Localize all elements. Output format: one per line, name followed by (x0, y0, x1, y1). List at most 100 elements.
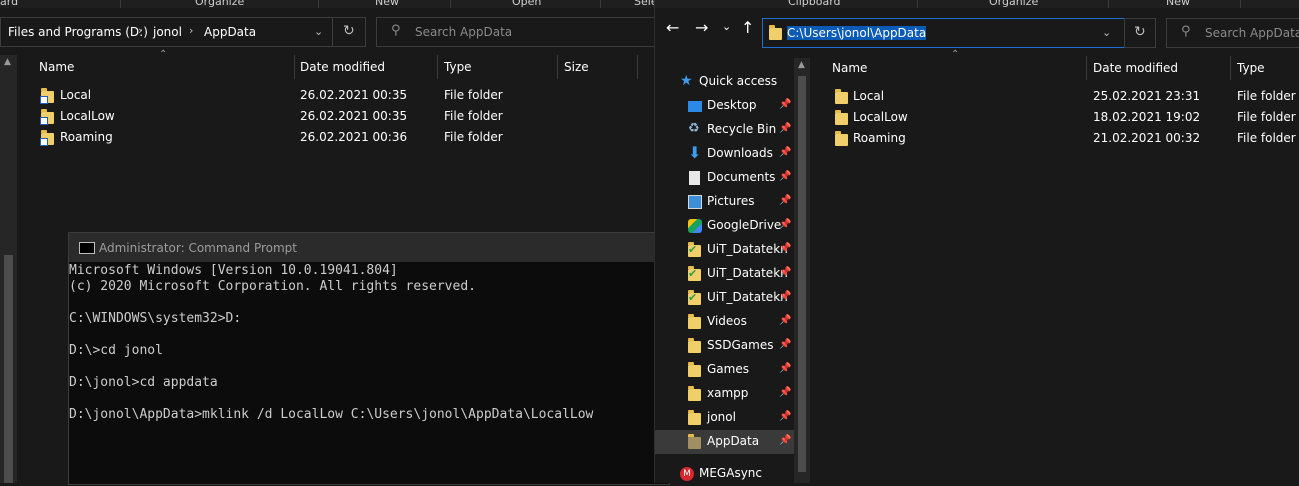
search-box[interactable]: ⚲ Search AppData (1166, 18, 1299, 48)
nav-item-xampp[interactable]: xampp 📌 (655, 382, 795, 406)
scroll-up-icon[interactable]: ▲ (4, 57, 11, 67)
nav-item-documents[interactable]: Documents 📌 (655, 166, 795, 190)
chevron-down-icon[interactable]: ⌄ (314, 25, 323, 38)
ribbon-new-label[interactable]: New (1166, 0, 1190, 8)
file-row[interactable]: Roaming 26.02.2021 00:36 File folder (0, 127, 654, 148)
pin-icon[interactable]: 📌 (779, 387, 791, 398)
file-type: File folder (1237, 110, 1296, 124)
cmd-output[interactable]: Microsoft Windows [Version 10.0.19041.80… (69, 263, 593, 423)
cmd-title: Administrator: Command Prompt (99, 241, 297, 255)
nav-item-videos[interactable]: Videos 📌 (655, 310, 795, 334)
command-prompt-window[interactable]: Administrator: Command Prompt Microsoft … (68, 232, 670, 485)
back-arrow-icon[interactable]: ← (666, 18, 679, 37)
ribbon-select-label[interactable]: Sele (634, 0, 654, 8)
nav-item-games[interactable]: Games 📌 (655, 358, 795, 382)
cmd-line (69, 359, 593, 375)
breadcrumb-drive[interactable]: Files and Programs (D:) (8, 25, 148, 39)
search-placeholder: Search AppData (1205, 26, 1299, 40)
cmd-line: D:\jonol\AppData>mklink /d LocalLow C:\U… (69, 407, 594, 422)
nav-item-ssdgames[interactable]: SSDGames 📌 (655, 334, 795, 358)
ribbon-new-label[interactable]: New (375, 0, 399, 8)
recent-locations-chevron-icon[interactable]: ⌄ (722, 20, 731, 33)
file-row[interactable]: Roaming 21.02.2021 00:32 File folder (655, 128, 1299, 149)
column-header-type[interactable]: Type (444, 60, 472, 74)
nav-item-uit-datatekn[interactable]: ✔ UiT_Datatekn 📌 (655, 286, 795, 310)
mega-icon: M (680, 467, 694, 481)
pin-icon[interactable]: 📌 (779, 339, 791, 350)
pin-icon[interactable]: 📌 (779, 171, 791, 182)
cmd-line: D:\>cd jonol (69, 343, 163, 358)
nav-item-label: Games (707, 362, 749, 376)
cmd-line: Microsoft Windows [Version 10.0.19041.80… (69, 263, 398, 278)
ribbon-organize-label[interactable]: Organize (989, 0, 1038, 8)
pin-icon[interactable]: 📌 (779, 435, 791, 446)
nav-item-uit-datatekn[interactable]: ✔ UiT_Datatekn 📌 (655, 238, 795, 262)
forward-arrow-icon[interactable]: → (695, 18, 708, 37)
column-header-type[interactable]: Type (1237, 61, 1265, 75)
scrollbar-thumb[interactable] (4, 255, 13, 483)
address-input[interactable]: C:\Users\jonol\AppData (787, 26, 927, 40)
file-row[interactable]: LocalLow 26.02.2021 00:35 File folder (0, 106, 654, 127)
nav-item-label: SSDGames (707, 338, 774, 352)
column-header-date-modified[interactable]: Date modified (300, 60, 385, 74)
folder-shortcut-icon (40, 88, 54, 104)
pin-icon[interactable]: 📌 (779, 291, 791, 302)
search-placeholder: Search AppData (415, 25, 513, 39)
sort-indicator-icon: ⌃ (951, 49, 960, 60)
pin-icon[interactable]: 📌 (779, 219, 791, 230)
file-name: LocalLow (853, 110, 908, 124)
refresh-button[interactable]: ↻ (1124, 18, 1156, 48)
nav-item-megasync[interactable]: M MEGAsync (655, 462, 795, 486)
pin-icon[interactable]: 📌 (779, 195, 791, 206)
column-header-date-modified[interactable]: Date modified (1093, 61, 1178, 75)
nav-item-appdata[interactable]: AppData 📌 (655, 430, 795, 454)
nav-item-label: UiT_Datatekn (707, 266, 788, 280)
scroll-up-icon[interactable]: ▲ (798, 60, 805, 70)
cmd-line: C:\WINDOWS\system32>D: (69, 311, 242, 326)
nav-item-uit-datatekn[interactable]: ✔ UiT_Datatekn 📌 (655, 262, 795, 286)
column-header-name[interactable]: Name (39, 60, 74, 74)
cmd-line (69, 295, 593, 311)
ribbon-organize-label[interactable]: Organize (195, 0, 244, 8)
up-arrow-icon[interactable]: ↑ (741, 18, 754, 37)
nav-item-googledrive[interactable]: GoogleDrive 📌 (655, 214, 795, 238)
nav-item-label: AppData (707, 434, 760, 448)
address-bar[interactable]: C:\Users\jonol\AppData ⌄ (762, 18, 1126, 48)
pin-icon[interactable]: 📌 (779, 411, 791, 422)
address-bar[interactable]: Files and Programs (D:) › jonol › AppDat… (0, 17, 366, 47)
folder-icon (835, 110, 848, 125)
folder-icon (688, 338, 701, 353)
file-type: File folder (444, 88, 503, 102)
ribbon-clipboard-label[interactable]: ard (0, 0, 18, 8)
nav-item-jonol[interactable]: jonol 📌 (655, 406, 795, 430)
ribbon-open-label[interactable]: Open (512, 0, 541, 8)
file-name: LocalLow (60, 109, 115, 123)
document-icon (689, 171, 700, 185)
sort-indicator-icon: ⌃ (159, 49, 168, 60)
folder-icon (835, 131, 848, 146)
nav-item-label: MEGAsync (699, 466, 762, 480)
pin-icon[interactable]: 📌 (779, 363, 791, 374)
cmd-title-bar[interactable]: Administrator: Command Prompt (69, 233, 669, 262)
pin-icon[interactable]: 📌 (779, 315, 791, 326)
pin-icon[interactable]: 📌 (779, 267, 791, 278)
file-row[interactable]: Local 25.02.2021 23:31 File folder (655, 86, 1299, 107)
refresh-icon[interactable]: ↻ (343, 23, 355, 39)
search-icon: ⚲ (1181, 24, 1191, 39)
right-explorer-window: Clipboard Organize New ← → ⌄ ↑ C:\Users\… (654, 0, 1299, 483)
nav-item-label: jonol (707, 410, 736, 424)
nav-item-pictures[interactable]: Pictures 📌 (655, 190, 795, 214)
file-row[interactable]: LocalLow 18.02.2021 19:02 File folder (655, 107, 1299, 128)
breadcrumb-jonol[interactable]: jonol (153, 25, 182, 39)
column-header-name[interactable]: Name (832, 61, 867, 75)
cmd-line: (c) 2020 Microsoft Corporation. All righ… (69, 279, 476, 294)
search-box[interactable]: ⚲ Search AppData (376, 17, 656, 47)
column-header-size[interactable]: Size (564, 60, 589, 74)
pin-icon[interactable]: 📌 (779, 243, 791, 254)
ribbon-clipboard-label[interactable]: Clipboard (788, 0, 841, 8)
chevron-down-icon[interactable]: ⌄ (1102, 26, 1111, 39)
file-date: 26.02.2021 00:35 (300, 109, 408, 123)
file-name: Local (853, 89, 885, 103)
file-row[interactable]: Local 26.02.2021 00:35 File folder (0, 85, 654, 106)
breadcrumb-appdata[interactable]: AppData (204, 25, 256, 39)
